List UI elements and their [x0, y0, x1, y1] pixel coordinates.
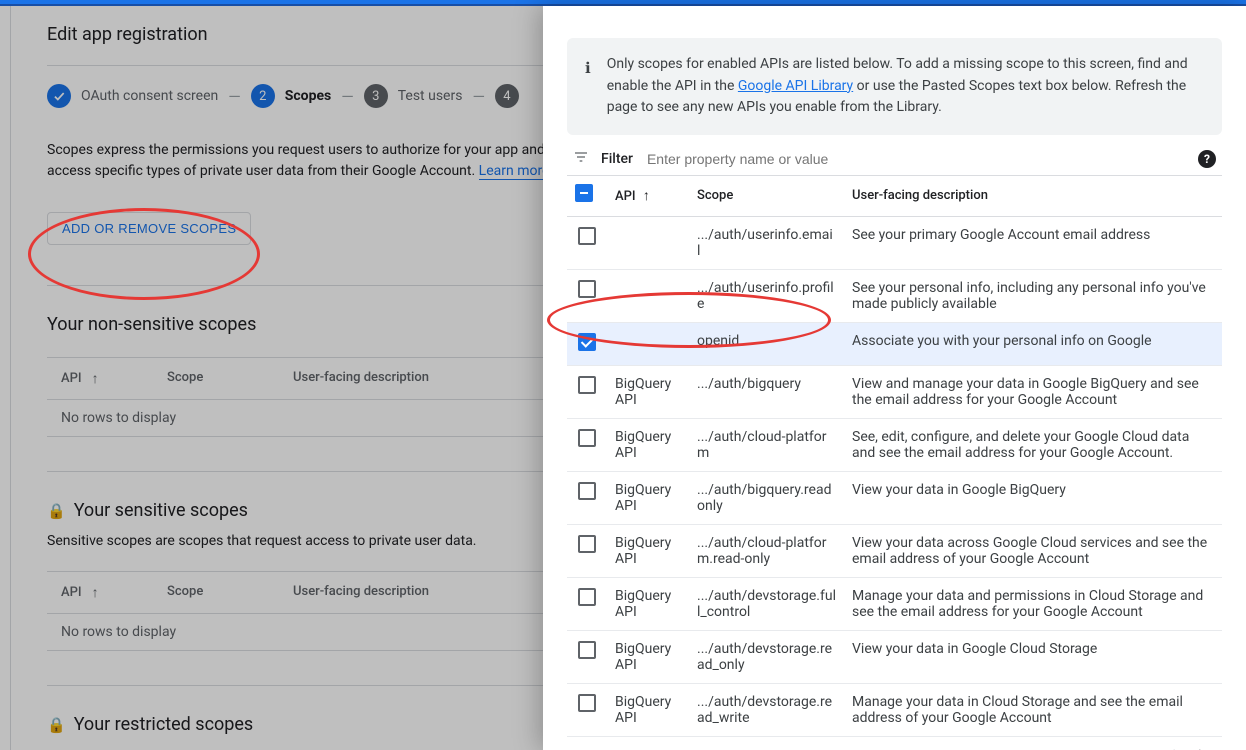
- table-row[interactable]: BigQuery API.../auth/cloud-platform.read…: [567, 525, 1222, 578]
- row-checkbox[interactable]: [578, 227, 596, 245]
- info-icon: ℹ: [585, 54, 591, 119]
- col-header-api[interactable]: API: [615, 189, 636, 204]
- row-desc: Associate you with your personal info on…: [844, 323, 1222, 366]
- row-scope: .../auth/devstorage.read_only: [689, 631, 844, 684]
- row-checkbox[interactable]: [578, 482, 596, 500]
- help-icon[interactable]: ?: [1198, 150, 1216, 168]
- row-api: [607, 270, 689, 323]
- table-row[interactable]: BigQuery API.../auth/bigquery.readonlyVi…: [567, 472, 1222, 525]
- row-checkbox[interactable]: [578, 535, 596, 553]
- google-api-library-link[interactable]: Google API Library: [738, 78, 853, 94]
- row-checkbox[interactable]: [578, 694, 596, 712]
- row-api: BigQuery API: [607, 525, 689, 578]
- row-checkbox[interactable]: [578, 280, 596, 298]
- row-desc: See your primary Google Account email ad…: [844, 217, 1222, 270]
- table-pager: Rows per page: 10 ▾ 1 – 10 of 29 〈 〉: [567, 737, 1222, 750]
- col-header-desc[interactable]: User-facing description: [844, 176, 1222, 217]
- row-api: BigQuery API: [607, 472, 689, 525]
- row-checkbox[interactable]: [578, 588, 596, 606]
- info-banner: ℹ Only scopes for enabled APIs are liste…: [567, 38, 1222, 135]
- row-desc: See your personal info, including any pe…: [844, 270, 1222, 323]
- row-scope: .../auth/bigquery: [689, 366, 844, 419]
- col-header-scope[interactable]: Scope: [689, 176, 844, 217]
- row-checkbox[interactable]: [578, 333, 596, 351]
- table-row[interactable]: BigQuery API.../auth/devstorage.full_con…: [567, 578, 1222, 631]
- scopes-drawer: ℹ Only scopes for enabled APIs are liste…: [543, 6, 1246, 750]
- row-scope: .../auth/devstorage.full_control: [689, 578, 844, 631]
- table-row[interactable]: .../auth/userinfo.profileSee your person…: [567, 270, 1222, 323]
- filter-label: Filter: [601, 151, 633, 167]
- row-scope: .../auth/bigquery.readonly: [689, 472, 844, 525]
- row-checkbox[interactable]: [578, 641, 596, 659]
- row-api: BigQuery API: [607, 684, 689, 737]
- row-desc: View your data in Google Cloud Storage: [844, 631, 1222, 684]
- table-row[interactable]: .../auth/userinfo.emailSee your primary …: [567, 217, 1222, 270]
- row-checkbox[interactable]: [578, 429, 596, 447]
- row-desc: View and manage your data in Google BigQ…: [844, 366, 1222, 419]
- table-row[interactable]: BigQuery API.../auth/devstorage.read_wri…: [567, 684, 1222, 737]
- row-api: BigQuery API: [607, 419, 689, 472]
- table-row[interactable]: BigQuery API.../auth/cloud-platformSee, …: [567, 419, 1222, 472]
- row-desc: View your data in Google BigQuery: [844, 472, 1222, 525]
- filter-icon[interactable]: [573, 149, 589, 169]
- row-desc: Manage your data in Cloud Storage and se…: [844, 684, 1222, 737]
- row-checkbox[interactable]: [578, 376, 596, 394]
- scopes-table: API ↑ Scope User-facing description .../…: [567, 175, 1222, 737]
- row-scope: .../auth/userinfo.email: [689, 217, 844, 270]
- row-scope: .../auth/cloud-platform: [689, 419, 844, 472]
- row-desc: See, edit, configure, and delete your Go…: [844, 419, 1222, 472]
- row-api: [607, 323, 689, 366]
- row-api: BigQuery API: [607, 366, 689, 419]
- next-page-button[interactable]: 〉: [1198, 745, 1216, 750]
- row-scope: openid: [689, 323, 844, 366]
- row-scope: .../auth/devstorage.read_write: [689, 684, 844, 737]
- table-row[interactable]: openidAssociate you with your personal i…: [567, 323, 1222, 366]
- prev-page-button[interactable]: 〈: [1158, 745, 1176, 750]
- filter-bar: Filter ?: [567, 135, 1222, 175]
- row-scope: .../auth/cloud-platform.read-only: [689, 525, 844, 578]
- select-all-checkbox[interactable]: [575, 184, 593, 202]
- modal-scrim[interactable]: [0, 6, 543, 750]
- info-banner-text: Only scopes for enabled APIs are listed …: [607, 54, 1204, 119]
- row-scope: .../auth/userinfo.profile: [689, 270, 844, 323]
- table-row[interactable]: BigQuery API.../auth/devstorage.read_onl…: [567, 631, 1222, 684]
- row-api: BigQuery API: [607, 578, 689, 631]
- sort-arrow-up-icon[interactable]: ↑: [643, 187, 650, 204]
- row-desc: View your data across Google Cloud servi…: [844, 525, 1222, 578]
- row-api: [607, 217, 689, 270]
- filter-input[interactable]: [645, 150, 1186, 168]
- row-api: BigQuery API: [607, 631, 689, 684]
- table-row[interactable]: BigQuery API.../auth/bigqueryView and ma…: [567, 366, 1222, 419]
- row-desc: Manage your data and permissions in Clou…: [844, 578, 1222, 631]
